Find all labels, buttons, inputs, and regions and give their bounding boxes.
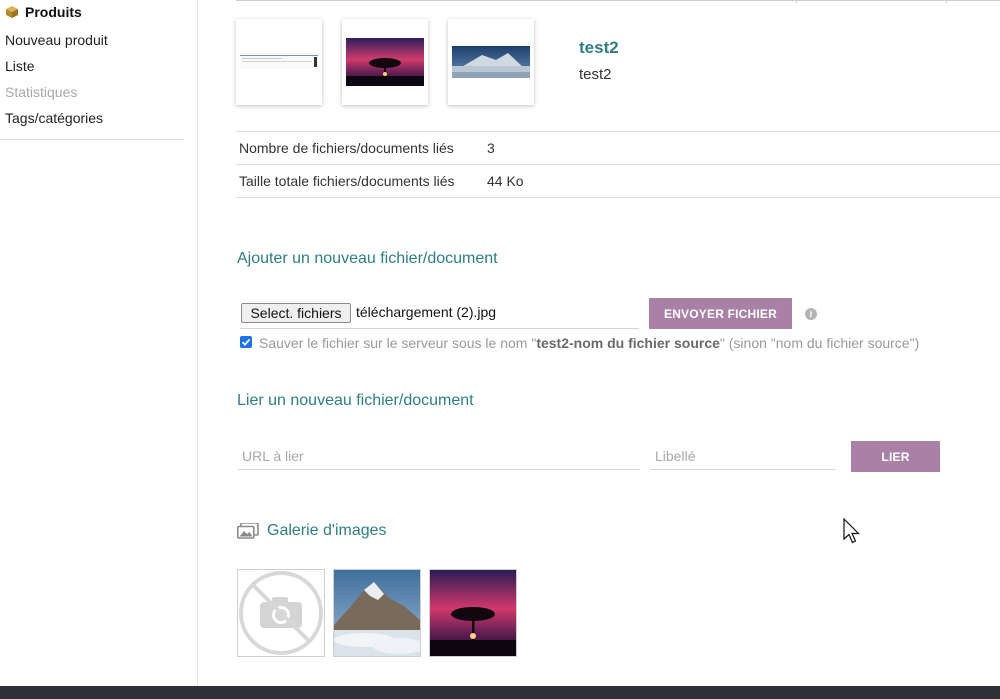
checkbox-label-prefix: Sauver le fichier sur le serveur sous le… bbox=[259, 335, 537, 351]
package-icon bbox=[6, 6, 18, 18]
sidebar-item-statistiques: Statistiques bbox=[5, 84, 78, 100]
sidebar-title-text: Produits bbox=[25, 4, 82, 20]
sidebar: Produits Nouveau produit Liste Statistiq… bbox=[0, 0, 198, 686]
selected-file-name: téléchargement (2).jpg bbox=[356, 304, 497, 320]
mouse-cursor-icon bbox=[843, 518, 860, 544]
screenshot-image bbox=[240, 53, 318, 69]
info-value: 3 bbox=[487, 131, 1000, 165]
save-name-checkbox-label: Sauver le fichier sur le serveur sous le… bbox=[259, 335, 919, 351]
info-icon[interactable]: i bbox=[805, 308, 817, 320]
info-label: Taille totale fichiers/documents liés bbox=[236, 164, 487, 198]
link-heading: Lier un nouveau fichier/document bbox=[237, 392, 474, 409]
product-thumbnail-tree[interactable] bbox=[342, 19, 428, 105]
tree-sunset-photo bbox=[430, 570, 516, 656]
info-label: Nombre de fichiers/documents liés bbox=[236, 131, 487, 165]
checkmark-icon bbox=[241, 338, 251, 346]
table-row: Nombre de fichiers/documents liés 3 bbox=[236, 131, 1000, 165]
libelle-input[interactable] bbox=[651, 446, 836, 470]
files-info-table: Nombre de fichiers/documents liés 3 Tail… bbox=[236, 131, 1000, 198]
checkbox-label-bold: test2-nom du fichier source bbox=[536, 335, 720, 351]
send-file-button[interactable]: ENVOYER FICHIER bbox=[649, 298, 792, 329]
gallery-thumb-tree[interactable] bbox=[429, 569, 517, 657]
product-thumbnail-mountain[interactable] bbox=[448, 19, 534, 105]
sidebar-item-liste[interactable]: Liste bbox=[5, 58, 35, 74]
save-name-checkbox[interactable] bbox=[240, 336, 252, 348]
link-button[interactable]: LIER bbox=[851, 441, 940, 472]
gallery-thumb-mountain[interactable] bbox=[333, 569, 421, 657]
sidebar-section-title: Produits bbox=[5, 3, 82, 21]
info-value: 44 Ko bbox=[487, 164, 1000, 198]
table-row: Taille totale fichiers/documents liés 44… bbox=[236, 164, 1000, 198]
gallery-heading: Galerie d'images bbox=[267, 522, 387, 539]
taskbar bbox=[0, 686, 1000, 699]
product-thumbnail-screenshot[interactable] bbox=[236, 19, 322, 105]
sidebar-item-nouveau-produit[interactable]: Nouveau produit bbox=[5, 32, 108, 48]
mountain-image bbox=[452, 46, 530, 78]
product-subtitle: test2 bbox=[579, 66, 612, 83]
sidebar-divider bbox=[0, 139, 184, 140]
tree-sunset-image bbox=[346, 38, 424, 86]
images-icon bbox=[237, 523, 259, 539]
mountain-photo bbox=[334, 570, 420, 656]
main-content: test2 test2 Nombre de fichiers/documents… bbox=[198, 0, 1000, 686]
gallery-thumb-no-image[interactable] bbox=[237, 569, 325, 657]
file-input-underline bbox=[240, 328, 639, 329]
checkbox-label-suffix: " (sinon "nom du fichier source") bbox=[719, 335, 920, 351]
sidebar-item-tags-categories[interactable]: Tags/catégories bbox=[5, 110, 103, 126]
url-input[interactable] bbox=[238, 446, 640, 470]
upload-heading: Ajouter un nouveau fichier/document bbox=[237, 250, 498, 267]
select-files-button[interactable]: Select. fichiers bbox=[241, 303, 351, 323]
no-photo-icon bbox=[239, 571, 323, 655]
top-divider bbox=[236, 0, 1000, 3]
product-name: test2 bbox=[579, 38, 619, 57]
